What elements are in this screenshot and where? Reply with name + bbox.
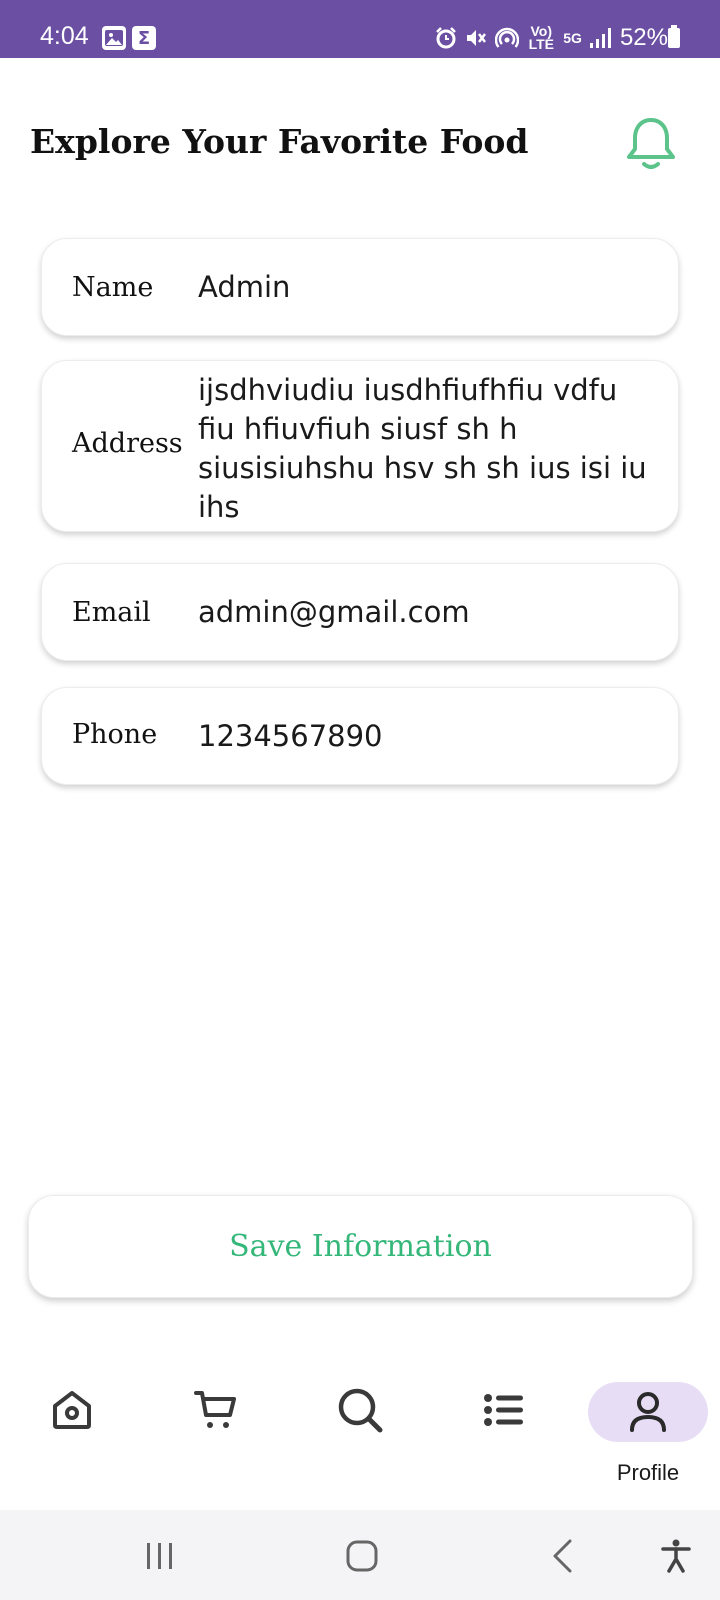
address-label: Address xyxy=(72,428,183,459)
bell-icon[interactable] xyxy=(626,116,676,172)
hotspot-icon xyxy=(495,27,520,48)
save-information-button[interactable]: Save Information xyxy=(28,1195,693,1298)
battery-icon xyxy=(668,25,680,48)
battery-percent: 52% xyxy=(619,24,668,51)
nav-profile-button[interactable] xyxy=(588,1382,708,1442)
search-icon xyxy=(338,1388,383,1433)
mute-icon xyxy=(467,30,487,46)
address-field-card[interactable]: Address ijsdhviudiu iusdhfiufhfiu vdfu f… xyxy=(41,360,679,532)
bottom-nav: Profile xyxy=(0,1360,720,1510)
name-field-card[interactable]: Name Admin xyxy=(41,238,679,336)
phone-field-card[interactable]: Phone 1234567890 xyxy=(41,687,679,785)
name-value[interactable]: Admin xyxy=(198,268,654,307)
volte-icon: Vo) LTE xyxy=(528,23,554,52)
home-icon xyxy=(53,1391,91,1429)
email-label: Email xyxy=(72,597,151,628)
5g-icon: 5G xyxy=(563,29,582,46)
list-icon xyxy=(484,1394,523,1426)
recents-button[interactable] xyxy=(138,1534,182,1578)
recents-icon xyxy=(147,1543,172,1569)
status-time: 4:04 xyxy=(40,22,89,50)
save-information-label: Save Information xyxy=(229,1229,492,1264)
phone-value[interactable]: 1234567890 xyxy=(198,717,654,756)
cart-icon xyxy=(194,1391,236,1428)
signal-icon xyxy=(589,28,611,48)
page-title: Explore Your Favorite Food xyxy=(30,122,529,161)
sigma-app-icon: Σ xyxy=(132,26,156,50)
alarm-icon xyxy=(436,27,457,49)
profile-icon xyxy=(630,1392,666,1432)
status-right-icons: Vo) LTE 5G 52% xyxy=(435,24,668,52)
system-nav-bar xyxy=(0,1510,720,1600)
system-home-button[interactable] xyxy=(340,1534,384,1578)
accessibility-button[interactable] xyxy=(654,1534,698,1578)
status-left-icons: Σ xyxy=(102,26,156,50)
phone-label: Phone xyxy=(72,719,158,750)
accessibility-icon xyxy=(661,1539,691,1573)
nav-home-button[interactable] xyxy=(42,1380,102,1440)
back-button[interactable] xyxy=(540,1534,584,1578)
home-circle-icon xyxy=(346,1540,378,1572)
nav-list-button[interactable] xyxy=(474,1380,534,1440)
name-label: Name xyxy=(72,272,154,303)
status-bar: 4:04 Σ Vo) LTE 5G 52% xyxy=(0,0,720,58)
nav-search-button[interactable] xyxy=(330,1380,390,1440)
nav-cart-button[interactable] xyxy=(186,1380,246,1440)
nav-profile-label: Profile xyxy=(616,1460,680,1485)
email-field-card[interactable]: Email admin@gmail.com xyxy=(41,563,679,661)
email-value[interactable]: admin@gmail.com xyxy=(198,593,654,632)
gallery-icon xyxy=(102,26,126,50)
back-icon xyxy=(553,1539,572,1573)
address-value[interactable]: ijsdhviudiu iusdhfiufhfiu vdfu fiu hfiuv… xyxy=(198,371,654,527)
